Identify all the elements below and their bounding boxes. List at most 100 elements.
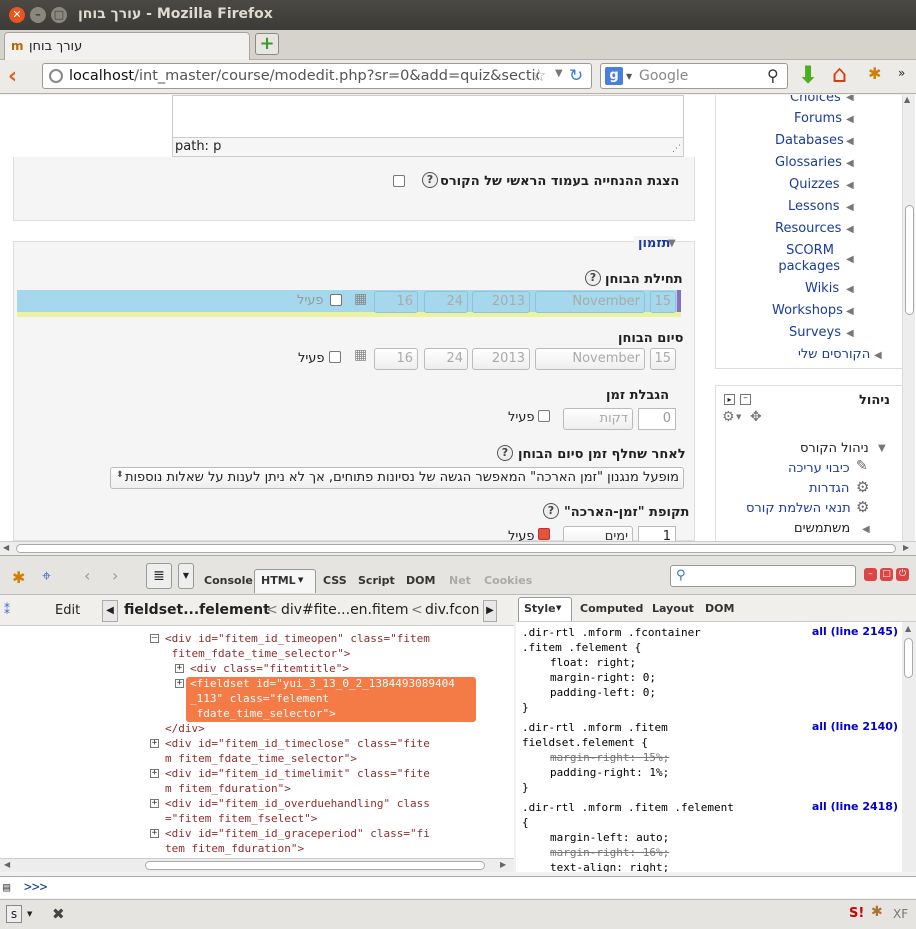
search-box[interactable]: g ▼ Google ⚲ [600,63,788,89]
html-node[interactable]: <div id="fitem_id_timeopen" class="fitem… [165,631,430,661]
tab-console[interactable]: Console [204,574,253,587]
html-node[interactable]: <div class="fitemtitle"> [190,661,349,676]
tab-net[interactable]: Net [449,574,471,587]
css-property[interactable]: padding-right: 1%; [550,765,669,780]
activity-link[interactable]: Resources [775,221,841,236]
breadcrumb-item[interactable]: fieldset...felement [124,602,270,618]
activity-link[interactable]: Lessons [788,199,840,214]
expand-toggle-icon[interactable]: – [150,634,159,643]
tab-style[interactable]: Style [524,602,556,615]
minimize-window-button[interactable]: – [30,7,46,23]
help-icon[interactable]: ? [543,503,559,519]
help-icon[interactable]: ? [422,172,438,188]
close-firebug-icon[interactable]: ⏻ [896,568,909,581]
new-tab-button[interactable]: + [255,33,279,55]
chevron-down-icon[interactable]: ▼ [27,910,32,918]
css-source-link[interactable]: all (line 2145) [812,625,898,638]
scroll-left-icon[interactable]: ◀ [4,860,10,869]
html-node[interactable]: <div id="fitem_id_graceperiod" class="fi… [165,826,430,856]
browser-tab[interactable]: m עורך בוחן [4,32,250,60]
breadcrumb-item[interactable]: div.fcon [425,602,481,618]
firebug-status-icon[interactable]: ✱ [871,904,883,920]
close-window-button[interactable]: ✕ [9,7,25,23]
admin-item-link[interactable]: כיבוי עריכה [788,461,850,476]
close-minute-select[interactable]: 16 [374,348,418,370]
activity-link[interactable]: Glossaries [775,155,842,170]
css-source-link[interactable]: all (line 2140) [812,720,898,733]
scroll-up-icon[interactable]: ▲ [904,95,910,104]
close-day-select[interactable]: 15 [650,348,676,370]
activity-link[interactable]: Choices [790,95,841,105]
chevron-down-icon[interactable]: ▼ [626,72,632,81]
page-vertical-scrollbar[interactable]: ▲ [902,95,915,541]
css-property[interactable]: margin-right: 16%; [550,845,669,860]
console-command-line[interactable]: ▤ >>> [0,876,916,898]
admin-item-link[interactable]: הגדרות [809,481,849,496]
search-icon[interactable]: ⚲ [767,66,779,85]
expand-toggle-icon[interactable]: + [150,769,159,778]
time-limit-input[interactable]: 0 [638,408,676,430]
console-toggle-icon[interactable]: ▤ [3,880,10,894]
maximize-window-button[interactable]: □ [51,7,67,23]
scroll-up-icon[interactable]: ▲ [905,624,911,633]
chevron-down-icon[interactable]: ▼ [178,563,194,589]
scroll-right-icon[interactable]: ▶ [500,860,506,869]
url-text[interactable]: localhost/int_master/course/modedit.php?… [69,68,539,84]
tab-css-dom[interactable]: DOM [705,602,734,615]
activity-link[interactable]: Quizzes [789,177,840,192]
scroll-right-icon[interactable]: ▶ [903,543,909,552]
close-enable-checkbox[interactable] [329,351,341,363]
css-scroll-thumb[interactable] [904,638,913,678]
chevron-down-icon[interactable]: ▼ [298,576,303,584]
css-panel-scrollbar[interactable]: ▲ [902,622,916,872]
reload-icon[interactable]: ↻ [569,66,583,86]
open-minute-select[interactable]: 16 [374,291,418,313]
expand-toggle-icon[interactable]: + [175,679,184,688]
addon-s-icon[interactable]: S! [849,906,864,921]
css-property[interactable]: margin-left: auto; [550,830,669,845]
tab-cookies[interactable]: Cookies [484,574,532,587]
expand-toggle-icon[interactable]: + [150,799,159,808]
grace-period-unit-select[interactable]: ימים [563,526,633,541]
inspect-icon[interactable]: ⌖ [42,566,51,586]
back-arrow-icon[interactable]: ‹ [8,64,17,89]
search-input[interactable]: Google [639,68,688,84]
time-limit-enable-checkbox[interactable] [538,410,550,422]
close-month-select[interactable]: November [535,348,645,370]
tab-layout[interactable]: Layout [652,602,694,615]
breadcrumb-item[interactable]: div#fite...en.fitem [281,602,409,618]
activity-link[interactable]: SCORM packages [778,243,840,275]
activity-link[interactable]: Workshops [772,303,843,318]
html-node[interactable]: <div id="fitem_id_timeclose" class="fite… [165,736,430,766]
grace-period-input[interactable]: 1 [638,526,676,541]
addon-bar-icon[interactable]: ꜱ [6,905,22,923]
css-selector[interactable]: .dir-rtl .mform .fcontainer .fitem .fele… [522,625,701,655]
detach-firebug-icon[interactable]: □ [880,568,893,581]
activity-link[interactable]: Wikis [805,281,839,296]
activity-link[interactable]: Forums [794,111,842,126]
css-property[interactable]: margin-right: 15%; [550,750,669,765]
page-horizontal-scrollbar[interactable]: ◀ ▶ [0,541,916,555]
css-property[interactable]: margin-right: 0; [550,670,656,685]
open-hour-select[interactable]: 24 [424,291,468,313]
scroll-left-icon[interactable]: ◀ [3,543,9,552]
firebug-search-input[interactable]: ⚲ [670,565,856,587]
grace-period-enable-checkbox[interactable] [538,528,550,540]
css-source-link[interactable]: all (line 2418) [812,800,898,813]
close-icon[interactable]: ✖ [52,905,65,923]
chevron-down-icon[interactable]: ▼ [556,604,561,612]
back-icon[interactable]: ‹ [84,566,90,585]
tab-dom[interactable]: DOM [406,574,435,587]
help-icon[interactable]: ? [585,270,601,286]
css-property[interactable]: padding-left: 0; [550,685,656,700]
show-description-checkbox[interactable] [393,175,405,187]
calendar-icon[interactable]: ▦ [354,291,367,307]
gear-icon[interactable]: ⚙ [722,409,735,425]
move-icon[interactable]: ✥ [750,409,762,425]
xf-icon[interactable]: XF [893,907,908,921]
tab-computed[interactable]: Computed [580,602,643,615]
open-enable-checkbox[interactable] [330,294,342,306]
expand-toggle-icon[interactable]: + [150,829,159,838]
open-year-select[interactable]: 2013 [472,291,530,313]
url-bar[interactable]: localhost/int_master/course/modedit.php?… [42,63,592,89]
